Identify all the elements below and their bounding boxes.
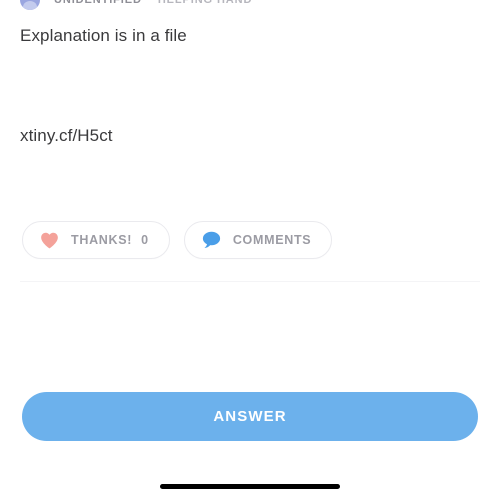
comments-label: COMMENTS xyxy=(232,233,312,247)
app-screen: UNIDENTIFIED HELPING HAND Explanation is… xyxy=(0,0,500,500)
thanks-button[interactable]: THANKS! 0 xyxy=(22,221,170,259)
thanks-count: 0 xyxy=(141,233,149,247)
speech-bubble-icon xyxy=(202,231,220,249)
home-indicator[interactable] xyxy=(160,484,340,489)
heart-icon xyxy=(41,232,58,248)
comments-button[interactable]: COMMENTS xyxy=(183,221,333,259)
author-name[interactable]: UNIDENTIFIED xyxy=(54,0,142,6)
answer-body: Explanation is in a file xyxy=(20,24,460,48)
author-badge: HELPING HAND xyxy=(157,0,253,6)
answer-actions: THANKS! 0 COMMENTS xyxy=(22,221,333,259)
thanks-label: THANKS! xyxy=(71,233,133,247)
answer-text: Explanation is in a file xyxy=(20,26,187,45)
section-divider xyxy=(20,281,480,282)
answer-link[interactable]: xtiny.cf/H5ct xyxy=(20,124,113,148)
answer-author-row: UNIDENTIFIED HELPING HAND xyxy=(0,0,500,11)
user-avatar-icon[interactable] xyxy=(20,0,40,10)
answer-button[interactable]: ANSWER xyxy=(22,392,478,441)
